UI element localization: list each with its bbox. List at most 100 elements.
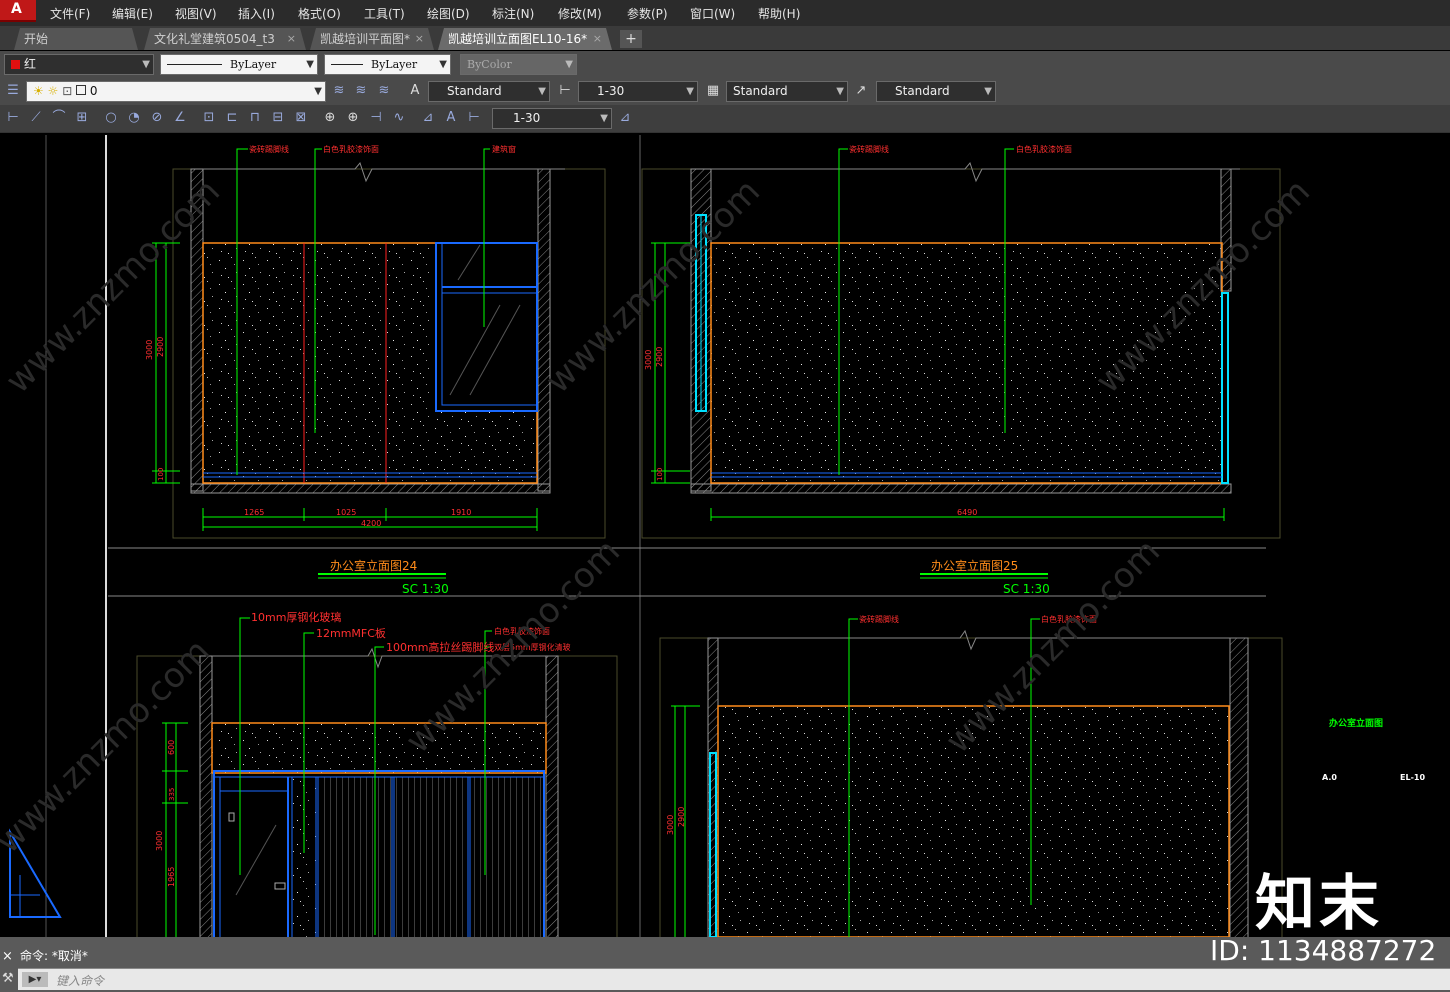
- door-handle-icon: [274, 882, 286, 890]
- menu-edit[interactable]: 编辑(E): [112, 5, 153, 22]
- tab-close-icon[interactable]: ×: [287, 28, 296, 50]
- tab-doc-2[interactable]: 凯越培训平面图* ×: [310, 28, 434, 50]
- dim-edit-icon[interactable]: ⊿: [419, 109, 437, 127]
- menu-view[interactable]: 视图(V): [175, 5, 217, 22]
- dim-text: 1910: [451, 508, 471, 517]
- menu-file[interactable]: 文件(F): [50, 5, 90, 22]
- lineweight-value: ByLayer: [371, 58, 418, 71]
- diameter-dim-icon[interactable]: ⊘: [148, 109, 166, 127]
- tab-start[interactable]: 开始: [14, 28, 138, 50]
- app-logo-button[interactable]: A: [0, 0, 36, 22]
- dim-text: 6490: [957, 508, 977, 517]
- app-logo-icon: A: [11, 1, 22, 17]
- color-dropdown[interactable]: 红 ▼: [4, 54, 154, 75]
- layer-color-icon: [76, 85, 87, 95]
- baseline-dim-icon[interactable]: ⊏: [223, 109, 241, 127]
- radius-dim-icon[interactable]: ○: [102, 109, 120, 127]
- tab-close-icon[interactable]: ×: [415, 28, 424, 50]
- menu-tools[interactable]: 工具(T): [364, 5, 405, 22]
- leader-label: 建筑窗: [492, 144, 516, 154]
- new-tab-button[interactable]: +: [620, 30, 642, 48]
- layer-dropdown[interactable]: ☀ ☼ ⊡ 0 ▼: [26, 81, 326, 102]
- tab-doc-1[interactable]: 文化礼堂建筑0504_t3 ×: [144, 28, 306, 50]
- annotation-scale-value: 1-30: [513, 111, 541, 125]
- angular-dim-icon[interactable]: ∠: [171, 109, 189, 127]
- chevron-down-icon: ▼: [314, 86, 322, 97]
- drawing-canvas[interactable]: 瓷砖踢脚线 白色乳胶漆饰面 建筑窗 3000 2900 100 1265 102…: [0, 135, 1450, 937]
- multileader-style-dropdown[interactable]: Standard ▼: [876, 81, 996, 102]
- dim-style-dropdown[interactable]: Standard ▼: [726, 81, 848, 102]
- elevation-27[interactable]: 瓷砖踢脚线 白色乳胶漆饰面 3000 2900: [659, 614, 1283, 937]
- dim-text: 1965: [167, 867, 176, 887]
- jogged-linear-icon[interactable]: ∿: [390, 109, 408, 127]
- menu-window[interactable]: 窗口(W): [690, 5, 735, 22]
- plotstyle-dropdown[interactable]: ByColor ▼: [460, 54, 577, 75]
- layer-previous-icon[interactable]: ≋: [330, 82, 348, 100]
- linear-dim-icon[interactable]: ⊢: [4, 109, 22, 127]
- dim-scale-value: 1-30: [597, 84, 625, 98]
- tab-label: 开始: [24, 32, 49, 46]
- text-style-icon[interactable]: A: [406, 82, 424, 100]
- chevron-down-icon: ▼: [439, 59, 447, 70]
- wrench-icon[interactable]: ⚒: [2, 971, 14, 986]
- command-input[interactable]: ▶▾ 键入命令: [18, 968, 1450, 990]
- lock-icon: ⊡: [62, 84, 73, 98]
- aligned-dim-icon[interactable]: ⟋: [27, 109, 45, 127]
- dim-update-icon[interactable]: ⊢: [465, 109, 483, 127]
- dim-style-manager-icon[interactable]: ⊿: [616, 109, 634, 127]
- chevron-down-icon: ▼: [600, 113, 608, 124]
- annotation-scale-dropdown[interactable]: 1-30 ▼: [492, 108, 612, 129]
- dim-text: 1265: [244, 508, 264, 517]
- dim-text: 2900: [655, 347, 664, 367]
- dim-scale-dropdown[interactable]: 1-30 ▼: [578, 81, 698, 102]
- menu-modify[interactable]: 修改(M): [558, 5, 602, 22]
- wall-section: [537, 168, 551, 492]
- freeze-icon: ☼: [47, 84, 59, 98]
- layer-manager-icon[interactable]: ☰: [4, 82, 22, 100]
- watermark-logo: 知末: [1255, 869, 1383, 939]
- dimension-toolbar: ⊢ ⟋ ⌒ ⊞ ○ ◔ ⊘ ∠ ⊡ ⊏ ⊓ ⊟ ⊠ ⊕ ⊕ ⊣ ∿ ⊿ A ⊢ …: [0, 105, 1450, 133]
- menu-bar: A 文件(F) 编辑(E) 视图(V) 插入(I) 格式(O) 工具(T) 绘图…: [0, 0, 1450, 27]
- lineweight-dropdown[interactable]: ByLayer ▼: [324, 54, 451, 75]
- chevron-down-icon: ▼: [686, 86, 694, 97]
- menu-format[interactable]: 格式(O): [298, 5, 341, 22]
- dim-text: 335: [168, 788, 176, 801]
- multileader-style-icon[interactable]: ↗: [852, 82, 870, 100]
- multileader-style-value: Standard: [895, 84, 950, 98]
- inspection-icon[interactable]: ⊣: [367, 109, 385, 127]
- view-title: 办公室立面图24: [330, 558, 417, 573]
- break-line: [711, 161, 1240, 183]
- tab-close-icon[interactable]: ×: [593, 28, 602, 50]
- arc-length-icon[interactable]: ⌒: [50, 109, 68, 127]
- menu-insert[interactable]: 插入(I): [238, 5, 275, 22]
- table-style-icon[interactable]: ▦: [704, 82, 722, 100]
- dim-text-edit-icon[interactable]: A: [442, 109, 460, 127]
- layer-match-icon[interactable]: ≋: [352, 82, 370, 100]
- tab-label: 凯越培训立面图EL10-16*: [448, 32, 588, 46]
- menu-dimension[interactable]: 标注(N): [492, 5, 534, 22]
- dim-text: 2900: [156, 337, 165, 357]
- text-style-dropdown[interactable]: Standard ▼: [428, 81, 550, 102]
- layer-styles-toolbar: ☰ ☀ ☼ ⊡ 0 ▼ ≋ ≋ ≋ A Standard ▼ ⊢ 1-30 ▼ ▦ …: [0, 78, 1450, 106]
- quick-dim-icon[interactable]: ⊡: [200, 109, 218, 127]
- dim-space-icon[interactable]: ⊟: [269, 109, 287, 127]
- command-prompt-icon[interactable]: ▶▾: [22, 972, 48, 987]
- menu-help[interactable]: 帮助(H): [758, 5, 800, 22]
- tolerance-icon[interactable]: ⊕: [321, 109, 339, 127]
- ordinate-dim-icon[interactable]: ⊞: [73, 109, 91, 127]
- dim-style-icon[interactable]: ⊢: [556, 82, 574, 100]
- document-tabs: 开始 文化礼堂建筑0504_t3 × 凯越培训平面图* × 凯越培训立面图EL10-…: [0, 26, 1450, 50]
- dim-break-icon[interactable]: ⊠: [292, 109, 310, 127]
- menu-parametric[interactable]: 参数(P): [627, 5, 668, 22]
- layer-isolate-icon[interactable]: ≋: [375, 82, 393, 100]
- center-mark-icon[interactable]: ⊕: [344, 109, 362, 127]
- jogged-dim-icon[interactable]: ◔: [125, 109, 143, 127]
- menu-draw[interactable]: 绘图(D): [427, 5, 470, 22]
- dim-text: 2900: [677, 807, 686, 827]
- close-icon[interactable]: ×: [2, 949, 13, 964]
- view-title: 办公室立面图25: [931, 558, 1018, 573]
- continue-dim-icon[interactable]: ⊓: [246, 109, 264, 127]
- tab-doc-3-active[interactable]: 凯越培训立面图EL10-16* ×: [438, 28, 612, 50]
- dim-text: 100: [656, 468, 664, 481]
- linetype-dropdown[interactable]: ByLayer ▼: [160, 54, 318, 75]
